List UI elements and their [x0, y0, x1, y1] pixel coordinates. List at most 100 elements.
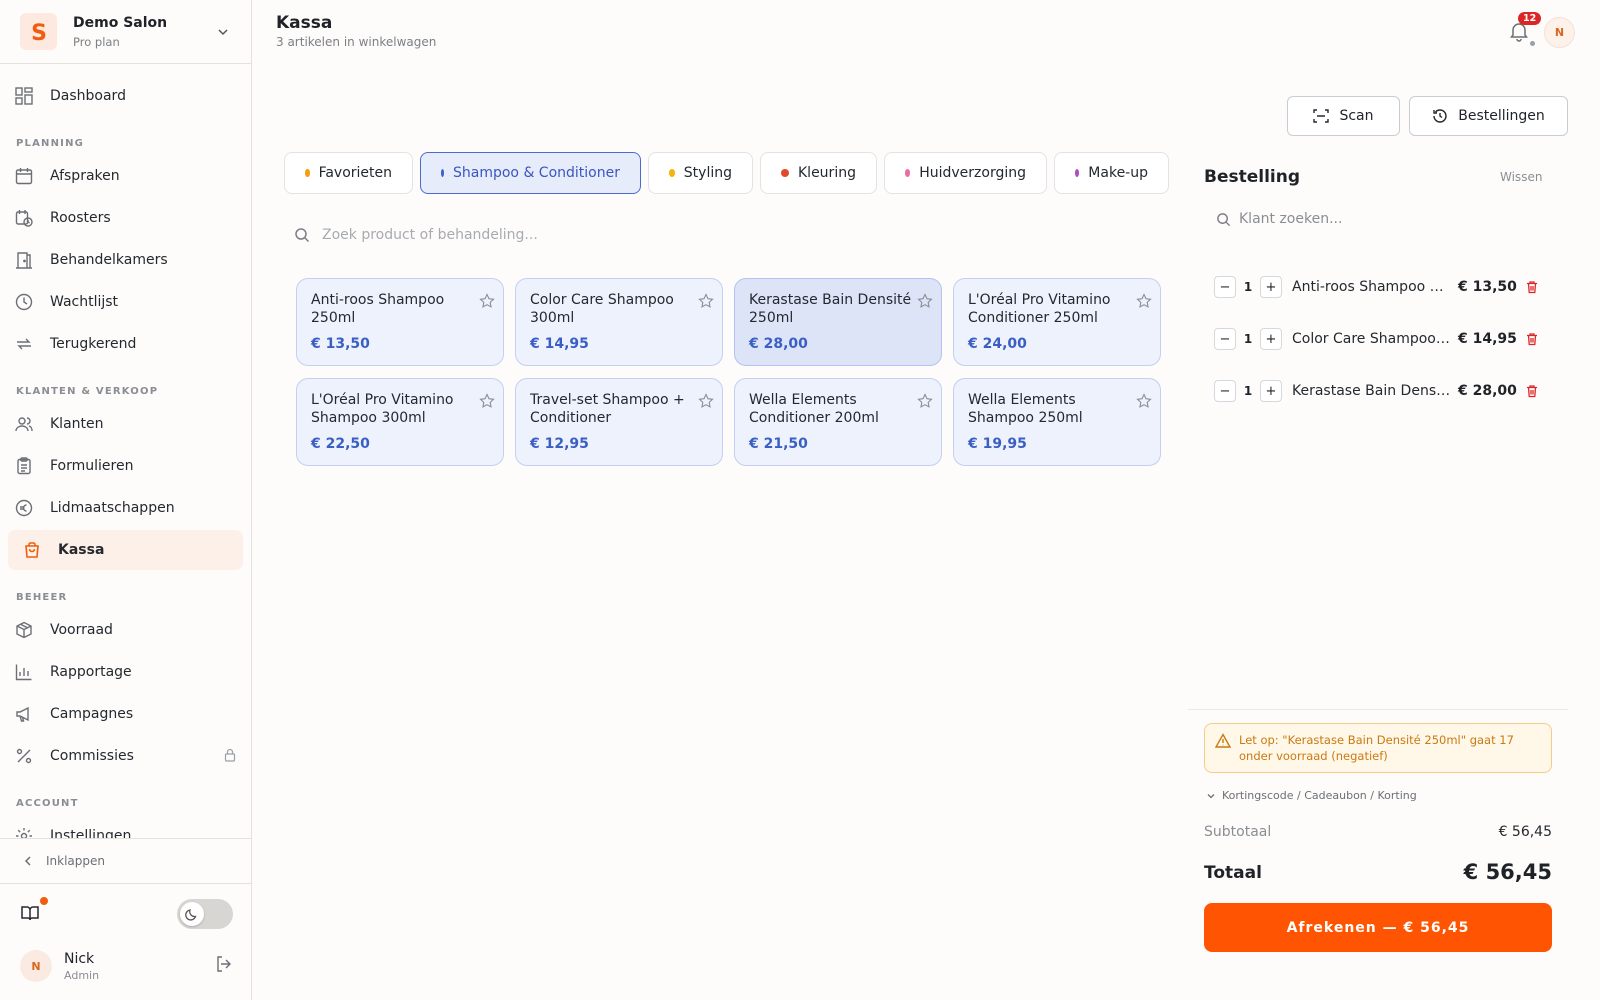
- nav-campagnes[interactable]: Campagnes: [8, 694, 243, 734]
- nav-wachtlijst[interactable]: Wachtlijst: [8, 282, 243, 322]
- tab-make-up[interactable]: Make-up: [1054, 152, 1169, 194]
- checkout-button[interactable]: Afrekenen — € 56,45: [1204, 903, 1552, 952]
- category-dot: [781, 169, 789, 177]
- sidebar: S Demo Salon Pro plan Dashboard PLANNING…: [0, 0, 252, 1000]
- product-card[interactable]: L'Oréal Pro Vitamino Shampoo 300ml € 22,…: [296, 378, 504, 466]
- user-avatar-button[interactable]: N: [1544, 17, 1575, 48]
- subtotal-value: € 56,45: [1498, 824, 1552, 840]
- star-icon[interactable]: [1136, 393, 1152, 409]
- salon-switcher[interactable]: S Demo Salon Pro plan: [0, 0, 251, 64]
- nav-afspraken[interactable]: Afspraken: [8, 156, 243, 196]
- product-name: L'Oréal Pro Vitamino Shampoo 300ml: [311, 392, 454, 426]
- notifications-button[interactable]: 12: [1508, 12, 1542, 46]
- product-card[interactable]: Color Care Shampoo 300ml € 14,95: [515, 278, 723, 366]
- collapse-sidebar-button[interactable]: Inklappen: [0, 838, 251, 884]
- nav-commissies[interactable]: Commissies: [8, 736, 243, 776]
- tab-kleuring[interactable]: Kleuring: [760, 152, 877, 194]
- increase-qty-button[interactable]: +: [1260, 380, 1282, 402]
- nav-kassa[interactable]: Kassa: [8, 530, 243, 570]
- product-card[interactable]: Wella Elements Conditioner 200ml € 21,50: [734, 378, 942, 466]
- customer-search: [1216, 208, 1546, 230]
- nav-terugkerend[interactable]: Terugkerend: [8, 324, 243, 364]
- search-icon: [1217, 212, 1231, 226]
- logout-icon: [217, 956, 231, 972]
- product-price: € 14,95: [530, 336, 589, 352]
- product-name: Wella Elements Shampoo 250ml: [968, 392, 1083, 426]
- scan-button[interactable]: Scan: [1287, 96, 1400, 136]
- category-dot: [905, 169, 911, 177]
- main-nav: Dashboard PLANNING Afspraken Roosters Be…: [0, 64, 251, 838]
- tab-styling[interactable]: Styling: [648, 152, 753, 194]
- discount-toggle[interactable]: Kortingscode / Cadeaubon / Korting: [1206, 789, 1417, 802]
- nav-roosters[interactable]: Roosters: [8, 198, 243, 238]
- decrease-qty-button[interactable]: −: [1214, 276, 1236, 298]
- trash-icon[interactable]: [1525, 332, 1539, 346]
- product-grid: Anti-roos Shampoo 250ml € 13,50 Color Ca…: [296, 278, 1162, 466]
- star-icon[interactable]: [698, 393, 714, 409]
- qty-value: 1: [1243, 384, 1253, 398]
- nav-lidmaatschappen[interactable]: Lidmaatschappen: [8, 488, 243, 528]
- product-price: € 24,00: [968, 336, 1027, 352]
- product-card[interactable]: Kerastase Bain Densité 250ml € 28,00: [734, 278, 942, 366]
- moon-icon: [180, 902, 204, 926]
- clear-order-button[interactable]: Wissen: [1500, 170, 1542, 184]
- product-card[interactable]: L'Oréal Pro Vitamino Conditioner 250ml €…: [953, 278, 1161, 366]
- category-dot: [305, 169, 310, 177]
- repeat-icon: [14, 334, 34, 354]
- star-icon[interactable]: [479, 293, 495, 309]
- nav-dashboard[interactable]: Dashboard: [8, 76, 243, 116]
- page-title: Kassa: [276, 13, 333, 33]
- order-line: − 1 + Color Care Shampoo 300ml € 14,95: [1214, 326, 1544, 352]
- users-icon: [14, 414, 34, 434]
- product-price: € 28,00: [749, 336, 808, 352]
- product-card[interactable]: Travel-set Shampoo + Conditioner € 12,95: [515, 378, 723, 466]
- star-icon[interactable]: [917, 393, 933, 409]
- nav-rapportage[interactable]: Rapportage: [8, 652, 243, 692]
- nav-instellingen[interactable]: Instellingen: [8, 816, 243, 838]
- category-dot: [669, 169, 675, 177]
- orders-history-button[interactable]: Bestellingen: [1409, 96, 1568, 136]
- product-price: € 19,95: [968, 436, 1027, 452]
- tab-favorieten[interactable]: Favorieten: [284, 152, 413, 194]
- line-name: Anti-roos Shampoo 250ml: [1292, 279, 1452, 295]
- megaphone-icon: [14, 704, 34, 724]
- salon-plan: Pro plan: [73, 34, 120, 49]
- dark-mode-toggle[interactable]: [177, 899, 233, 929]
- nav-klanten[interactable]: Klanten: [8, 404, 243, 444]
- status-dot: [1530, 41, 1535, 46]
- logout-button[interactable]: [215, 955, 233, 977]
- increase-qty-button[interactable]: +: [1260, 276, 1282, 298]
- increase-qty-button[interactable]: +: [1260, 328, 1282, 350]
- product-search: [294, 222, 1144, 248]
- product-search-input[interactable]: [322, 227, 1122, 243]
- avatar: N: [20, 950, 52, 982]
- tab-shampoo-conditioner[interactable]: Shampoo & Conditioner: [420, 152, 641, 194]
- calendar-clock-icon: [14, 208, 34, 228]
- trash-icon[interactable]: [1525, 280, 1539, 294]
- svg-text:S: S: [31, 21, 47, 43]
- star-icon[interactable]: [479, 393, 495, 409]
- trash-icon[interactable]: [1525, 384, 1539, 398]
- line-name: Color Care Shampoo 300ml: [1292, 331, 1452, 347]
- product-card[interactable]: Wella Elements Shampoo 250ml € 19,95: [953, 378, 1161, 466]
- decrease-qty-button[interactable]: −: [1214, 328, 1236, 350]
- star-icon[interactable]: [698, 293, 714, 309]
- docs-button[interactable]: [20, 897, 48, 925]
- unread-dot: [40, 897, 48, 905]
- tab-huidverzorging[interactable]: Huidverzorging: [884, 152, 1047, 194]
- nav-formulieren[interactable]: Formulieren: [8, 446, 243, 486]
- calendar-icon: [14, 166, 34, 186]
- customer-search-input[interactable]: [1239, 211, 1539, 227]
- decrease-qty-button[interactable]: −: [1214, 380, 1236, 402]
- product-card[interactable]: Anti-roos Shampoo 250ml € 13,50: [296, 278, 504, 366]
- star-icon[interactable]: [917, 293, 933, 309]
- history-icon: [1433, 109, 1447, 123]
- clock-icon: [14, 292, 34, 312]
- chevron-down-icon: [218, 28, 228, 35]
- star-icon[interactable]: [1136, 293, 1152, 309]
- section-klanten: KLANTEN & VERKOOP: [16, 386, 159, 397]
- nav-voorraad[interactable]: Voorraad: [8, 610, 243, 650]
- product-price: € 22,50: [311, 436, 370, 452]
- gear-icon: [14, 826, 34, 838]
- nav-behandelkamers[interactable]: Behandelkamers: [8, 240, 243, 280]
